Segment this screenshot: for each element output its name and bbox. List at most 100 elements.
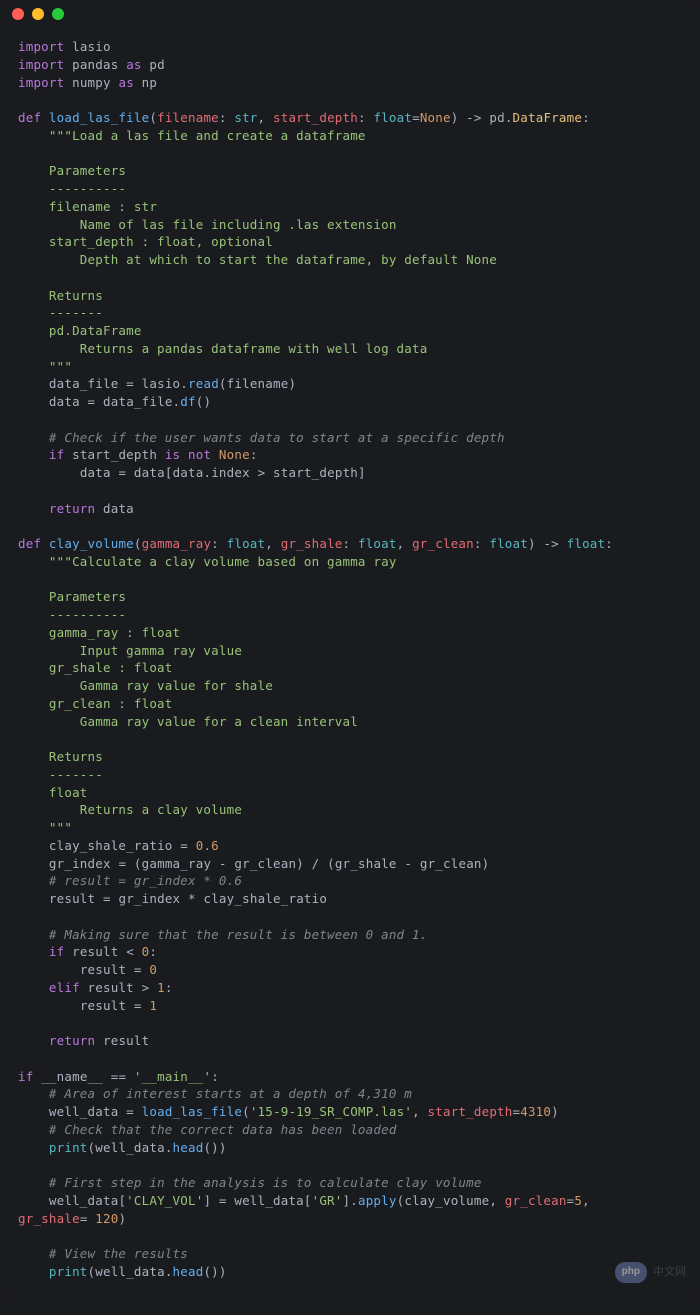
keyword: elif	[49, 980, 80, 995]
type: float	[227, 536, 266, 551]
method: apply	[358, 1193, 397, 1208]
comment: # Making sure that the result is between…	[49, 927, 428, 942]
param: start_depth	[273, 110, 358, 125]
module: numpy	[72, 75, 111, 90]
variable: result	[80, 962, 126, 977]
maximize-icon[interactable]	[52, 8, 64, 20]
variable: gr_clean	[420, 856, 482, 871]
variable: gr_shale	[335, 856, 397, 871]
kwarg: gr_shale	[18, 1211, 80, 1226]
number: 4310	[520, 1104, 551, 1119]
docstring: """Calculate a clay volume based on gamm…	[49, 554, 397, 569]
function-name: load_las_file	[49, 110, 149, 125]
watermark-text: 中文网	[653, 1265, 686, 1281]
comment: # View the results	[49, 1246, 188, 1261]
builtin: print	[49, 1140, 88, 1155]
watermark: php 中文网	[615, 1262, 686, 1282]
kwarg: start_depth	[428, 1104, 513, 1119]
type: float	[567, 536, 606, 551]
variable: result	[80, 998, 126, 1013]
docstring: """	[18, 820, 72, 835]
docstring: Gamma ray value for a clean interval	[18, 714, 358, 729]
builtin: print	[49, 1264, 88, 1279]
param: gamma_ray	[142, 536, 212, 551]
keyword: def	[18, 536, 41, 551]
comment: # First step in the analysis is to calcu…	[49, 1175, 482, 1190]
function-name: clay_volume	[49, 536, 134, 551]
docstring: Returns a clay volume	[18, 802, 242, 817]
window-titlebar	[0, 0, 700, 28]
docstring: Parameters	[18, 163, 126, 178]
variable: well_data	[49, 1193, 119, 1208]
variable: data	[80, 465, 111, 480]
type: float	[358, 536, 397, 551]
variable: result	[49, 891, 95, 906]
keyword: as	[126, 57, 141, 72]
docstring: Returns	[18, 749, 103, 764]
variable: gr_clean	[234, 856, 296, 871]
docstring: Name of las file including .las extensio…	[18, 217, 397, 232]
variable: clay_shale_ratio	[49, 838, 173, 853]
docstring: -------	[18, 767, 103, 782]
variable: well_data	[49, 1104, 119, 1119]
variable: result	[88, 980, 134, 995]
docstring: Parameters	[18, 589, 126, 604]
docstring: gamma_ray : float	[18, 625, 180, 640]
docstring: filename : str	[18, 199, 157, 214]
close-icon[interactable]	[12, 8, 24, 20]
keyword: return	[49, 1033, 95, 1048]
keyword: if	[18, 1069, 33, 1084]
comment: # Check if the user wants data to start …	[49, 430, 505, 445]
variable: data	[134, 465, 165, 480]
alias: pd	[149, 57, 164, 72]
variable: start_depth	[72, 447, 157, 462]
variable: clay_shale_ratio	[203, 891, 327, 906]
none: None	[420, 110, 451, 125]
param: gr_clean	[412, 536, 474, 551]
keyword: if	[49, 944, 64, 959]
docstring: Gamma ray value for shale	[18, 678, 273, 693]
docstring: start_depth : float, optional	[18, 234, 273, 249]
type: float	[489, 536, 528, 551]
method: head	[173, 1264, 204, 1279]
docstring: -------	[18, 305, 103, 320]
minimize-icon[interactable]	[32, 8, 44, 20]
variable: data	[103, 501, 134, 516]
param: gr_shale	[281, 536, 343, 551]
return-type: DataFrame	[513, 110, 583, 125]
comment: # Check that the correct data has been l…	[49, 1122, 397, 1137]
docstring: gr_clean : float	[18, 696, 173, 711]
comment: # result = gr_index * 0.6	[49, 873, 242, 888]
number: 0	[149, 962, 157, 977]
string: 'GR'	[312, 1193, 343, 1208]
method: df	[180, 394, 195, 409]
source: data_file	[103, 394, 173, 409]
variable: data	[173, 465, 204, 480]
variable: start_depth	[273, 465, 358, 480]
docstring: """	[18, 359, 72, 374]
variable: gr_index	[49, 856, 111, 871]
variable: result	[72, 944, 118, 959]
variable: well_data	[95, 1264, 165, 1279]
variable: well_data	[234, 1193, 304, 1208]
module: lasio	[72, 39, 111, 54]
number: 1	[149, 998, 157, 1013]
number: 1	[157, 980, 165, 995]
property: index	[211, 465, 250, 480]
docstring: gr_shale : float	[18, 660, 173, 675]
variable: result	[103, 1033, 149, 1048]
php-badge-icon: php	[615, 1262, 647, 1282]
keyword: import	[18, 57, 64, 72]
variable: gamma_ray	[142, 856, 212, 871]
module: pandas	[72, 57, 118, 72]
string: '__main__'	[134, 1069, 211, 1084]
variable: data_file	[49, 376, 119, 391]
keyword: def	[18, 110, 41, 125]
docstring: """Load a las file and create a datafram…	[49, 128, 366, 143]
number: 120	[95, 1211, 118, 1226]
string: '15-9-19_SR_COMP.las'	[250, 1104, 412, 1119]
variable: data	[49, 394, 80, 409]
variable: well_data	[95, 1140, 165, 1155]
docstring: ----------	[18, 607, 126, 622]
comment: # Area of interest starts at a depth of …	[49, 1086, 412, 1101]
